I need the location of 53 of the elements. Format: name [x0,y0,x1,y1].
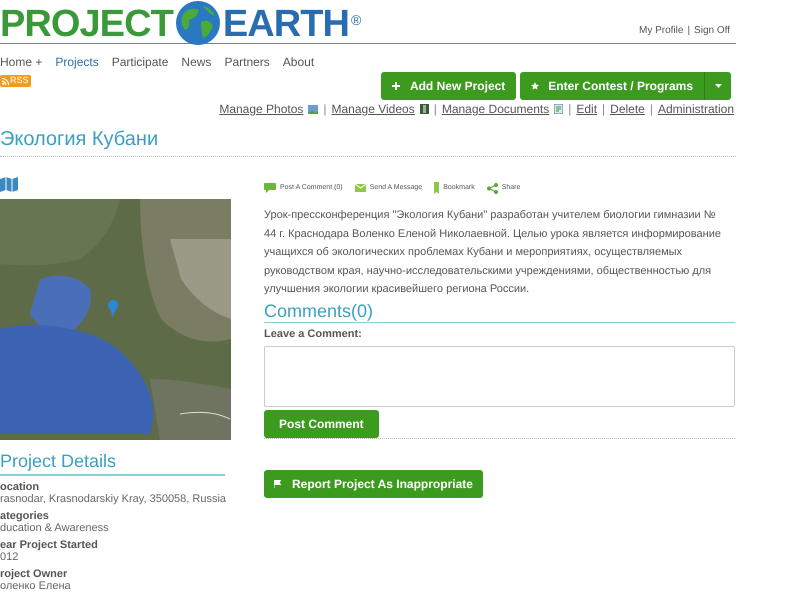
field-label: ear Project Started [0,539,99,551]
registered-mark: ® [350,11,362,30]
field-value: 012 [0,551,20,563]
speech-bubble-icon [264,183,276,193]
field-label: ocation [0,481,40,493]
page-title: Экология Кубани [0,127,160,151]
film-icon [420,104,429,114]
nav-link[interactable]: Partners [224,53,270,69]
manage-link[interactable]: Edit [576,100,598,118]
plus-icon [392,82,400,90]
nav-link[interactable]: Home + [0,53,42,69]
share-icon [486,182,498,194]
manage-link[interactable]: Administration [658,100,734,118]
section-heading: Project Details [0,450,225,476]
separator-text: | [568,101,572,118]
field-value: ducation & Awareness [0,522,110,534]
logo-text: EARTH [222,5,349,43]
document-icon [554,104,564,114]
separator-text: | [602,101,606,118]
header-link[interactable]: My Profile [638,23,684,38]
header-link[interactable]: Sign Off [694,23,730,38]
nav-link[interactable]: Participate [112,53,168,69]
star-icon [531,82,540,90]
field-label: Leave a Comment: [264,326,363,340]
field-value: оленко Елена [0,580,72,592]
comment-field[interactable] [264,346,735,406]
post-comment-button[interactable]: Post Comment [264,410,379,438]
map-icon [0,177,18,192]
manage-link[interactable]: Manage Videos [332,100,415,118]
globe-icon [174,0,221,46]
envelope-icon [354,184,366,192]
logo-text: PROJECT [0,5,173,43]
caret-icon [714,84,722,88]
nav-link[interactable]: News [181,53,212,69]
description-text: Урок-прессконференция "Экология Кубани" разработан учителем биологии гимназии № 44 г. Краснодара Воленко Еленой Николаевной. Целью урока является информирование учащихся об экологических проблемах Кубани и мероприятиях, осуществляемых руководством края, научно-исследовательскими учреждениями, общественностью для улучшения экологии красивейшего региона России. [264,208,722,297]
field-label: ategories [0,510,50,522]
nav-link[interactable]: Projects [55,53,99,69]
manage-link[interactable]: Manage Photos [219,100,304,118]
separator-text: | [687,24,690,38]
nav-link[interactable]: About [282,53,314,69]
report-button[interactable]: Report Project As Inappropriate [264,470,483,498]
separator-text: | [650,101,653,118]
manage-link[interactable]: Delete [610,100,645,118]
flag-icon [274,480,281,488]
separator-text: | [323,101,327,118]
separator-text: | [434,101,437,118]
field-value: rasnodar, Krasnodarskiy Kray, 350058, Russia [0,493,225,505]
image-icon [308,104,318,114]
section-heading: Comments(0) [264,300,735,322]
field-label: roject Owner [0,568,68,580]
add-project-button[interactable]: Add New Project [380,72,516,100]
manage-link[interactable]: Manage Documents [442,100,550,118]
bookmark-icon [434,182,440,194]
